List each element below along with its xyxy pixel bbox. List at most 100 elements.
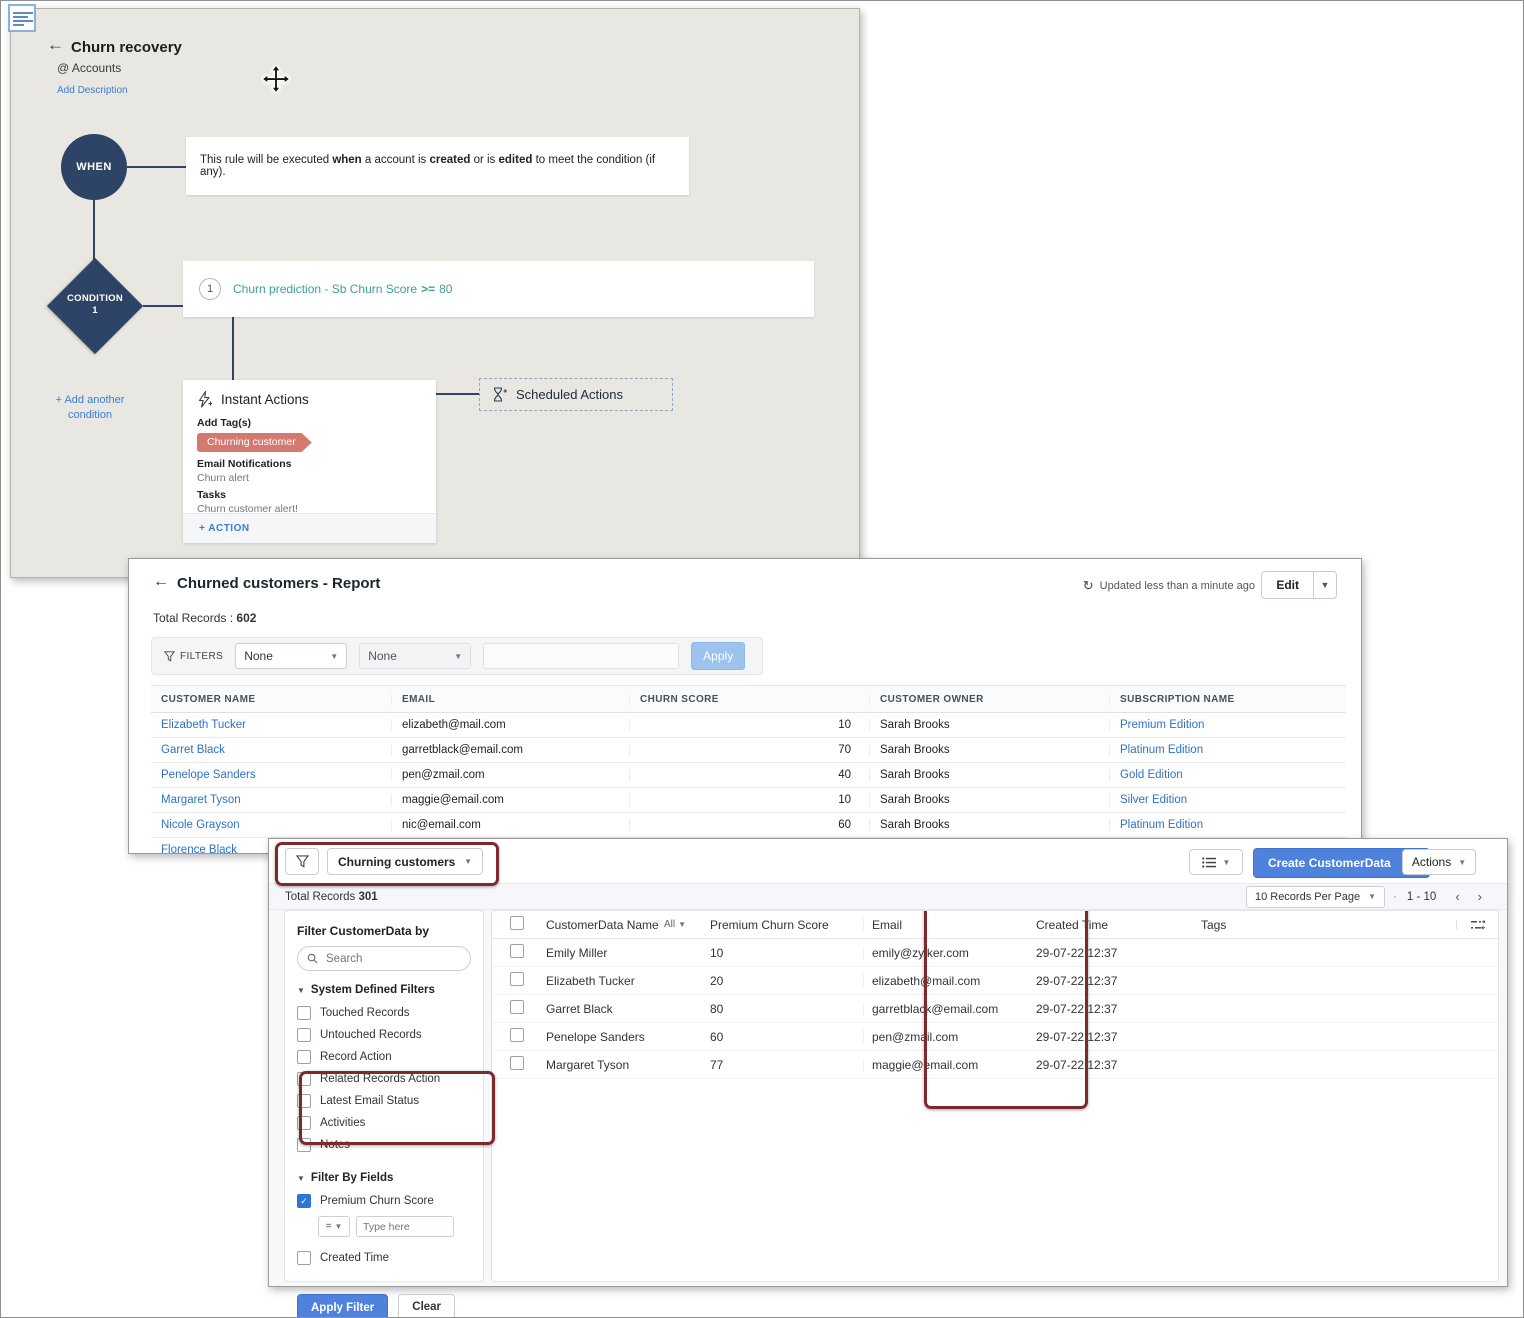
chevron-down-icon[interactable]: ▼ <box>1313 572 1336 598</box>
rule-text: This rule will be executed when a accoun… <box>200 154 675 178</box>
checkbox[interactable] <box>297 1028 311 1042</box>
customerdata-name-cell[interactable]: Elizabeth Tucker <box>538 974 698 988</box>
email-cell: nic@email.com <box>391 819 629 831</box>
checkbox[interactable] <box>510 1056 524 1070</box>
customer-name-link[interactable]: Margaret Tyson <box>151 794 391 806</box>
screenshot-stage: ← Churn recovery @ Accounts Add Descript… <box>0 0 1524 1318</box>
checkbox[interactable] <box>510 972 524 986</box>
customerdata-name-cell[interactable]: Penelope Sanders <box>538 1030 698 1044</box>
chevron-down-icon: ▼ <box>464 857 472 866</box>
manage-columns-icon <box>1471 920 1485 930</box>
filter-option[interactable]: Touched Records <box>285 1002 483 1024</box>
when-rule-box[interactable]: This rule will be executed when a accoun… <box>186 137 689 195</box>
back-icon[interactable]: ← <box>47 35 64 55</box>
sidebar-buttons: Apply Filter Clear <box>285 1282 483 1318</box>
subscription-name-link[interactable]: Silver Edition <box>1109 794 1346 806</box>
hourglass-icon <box>493 387 507 403</box>
checkbox[interactable] <box>510 1028 524 1042</box>
filter-option[interactable]: Untouched Records <box>285 1024 483 1046</box>
previous-page-icon[interactable]: ‹ <box>1455 889 1459 904</box>
table-row: Elizabeth Tucker20elizabeth@mail.com29-0… <box>492 967 1498 995</box>
field-value-input[interactable] <box>356 1216 454 1237</box>
filter-by-fields-section[interactable]: ▼ Filter By Fields <box>285 1156 483 1190</box>
add-another-condition-link[interactable]: + Add another condition <box>29 393 151 423</box>
checkbox[interactable] <box>297 1251 311 1265</box>
system-defined-filters-section[interactable]: ▼ System Defined Filters <box>285 971 483 1002</box>
clear-button[interactable]: Clear <box>398 1294 455 1318</box>
row-select[interactable] <box>492 972 538 989</box>
report-filter1-dropdown[interactable]: None▼ <box>235 643 347 669</box>
list-display-options-button[interactable]: ▼ <box>1189 849 1243 875</box>
total-records: Total Records : 602 <box>153 611 256 625</box>
table-row: Margaret Tysonmaggie@email.com10Sarah Br… <box>151 788 1346 813</box>
subscription-name-link[interactable]: Platinum Edition <box>1109 744 1346 756</box>
list-icon <box>1202 857 1216 868</box>
customer-name-link[interactable]: Nicole Grayson <box>151 819 391 831</box>
checkbox[interactable] <box>297 1116 311 1130</box>
apply-button[interactable]: Apply <box>691 642 745 670</box>
email-column-header[interactable]: Email <box>863 918 1028 932</box>
filter-option-premium-churn-score[interactable]: ✓ Premium Churn Score <box>285 1190 483 1212</box>
checkbox-checked[interactable]: ✓ <box>297 1194 311 1208</box>
row-select[interactable] <box>492 1056 538 1073</box>
tags-column-header[interactable]: Tags <box>1193 918 1456 932</box>
checkbox[interactable] <box>510 916 524 930</box>
email-notifications-value[interactable]: Churn alert <box>183 472 436 486</box>
scheduled-actions-box[interactable]: Scheduled Actions <box>479 378 673 411</box>
records-per-page-dropdown[interactable]: 10 Records Per Page▼ <box>1246 886 1385 908</box>
report-filter-value-input[interactable] <box>483 643 679 669</box>
filter-option[interactable]: Activities <box>285 1112 483 1134</box>
customer-name-link[interactable]: Penelope Sanders <box>151 769 391 781</box>
checkbox[interactable] <box>510 1000 524 1014</box>
condition-row[interactable]: 1 Churn prediction - Sb Churn Score>=80 <box>183 261 814 317</box>
filter-option[interactable]: Notes <box>285 1134 483 1156</box>
refresh-icon[interactable]: ↻ <box>1083 578 1094 594</box>
subscription-name-link[interactable]: Premium Edition <box>1109 719 1346 731</box>
report-filter2-dropdown[interactable]: None▼ <box>359 643 471 669</box>
created-column-header[interactable]: Created Time <box>1028 918 1193 932</box>
customer-owner-cell: Sarah Brooks <box>869 719 1109 731</box>
checkbox[interactable] <box>297 1094 311 1108</box>
checkbox[interactable] <box>297 1138 311 1152</box>
apply-filter-button[interactable]: Apply Filter <box>297 1294 388 1318</box>
filter-option[interactable]: Record Action <box>285 1046 483 1068</box>
row-select[interactable] <box>492 1000 538 1017</box>
filter-option-created-time[interactable]: Created Time <box>285 1243 483 1269</box>
operator-dropdown[interactable]: =▼ <box>318 1216 350 1237</box>
actions-button[interactable]: Actions▼ <box>1402 849 1476 875</box>
subscription-name-link[interactable]: Platinum Edition <box>1109 819 1346 831</box>
row-select[interactable] <box>492 944 538 961</box>
manage-columns-button[interactable] <box>1456 920 1498 930</box>
checkbox[interactable] <box>297 1050 311 1064</box>
customerdata-name-cell[interactable]: Margaret Tyson <box>538 1058 698 1072</box>
customerdata-name-cell[interactable]: Emily Miller <box>538 946 698 960</box>
row-select[interactable] <box>492 1028 538 1045</box>
select-all[interactable] <box>492 916 538 933</box>
subscription-name-link[interactable]: Gold Edition <box>1109 769 1346 781</box>
sidebar-toggle-icon[interactable] <box>8 4 36 32</box>
when-node[interactable]: WHEN <box>61 134 127 200</box>
search-input[interactable] <box>324 952 458 966</box>
customerdata-name-cell[interactable]: Garret Black <box>538 1002 698 1016</box>
customer-name-link[interactable]: Garret Black <box>151 744 391 756</box>
filter-option-label: Created Time <box>320 1252 389 1264</box>
filter-search-box[interactable] <box>297 946 471 971</box>
add-description-link[interactable]: Add Description <box>57 85 128 96</box>
filter-option[interactable]: Latest Email Status <box>285 1090 483 1112</box>
instant-actions-card[interactable]: Instant Actions Add Tag(s) Churning cust… <box>183 380 436 543</box>
customer-name-link[interactable]: Elizabeth Tucker <box>151 719 391 731</box>
add-action-link[interactable]: + ACTION <box>183 513 436 543</box>
checkbox[interactable] <box>297 1072 311 1086</box>
filter-toggle-button[interactable] <box>285 848 319 875</box>
checkbox[interactable] <box>510 944 524 958</box>
name-column-header[interactable]: CustomerData Name All▼ <box>538 918 698 932</box>
next-page-icon[interactable]: › <box>1478 889 1482 904</box>
edit-button[interactable]: Edit ▼ <box>1261 571 1337 599</box>
score-column-header[interactable]: Premium Churn Score <box>698 918 863 932</box>
back-icon[interactable]: ← <box>153 573 169 591</box>
filter-option[interactable]: Related Records Action <box>285 1068 483 1090</box>
checkbox[interactable] <box>297 1006 311 1020</box>
tag-chip[interactable]: Churning customer <box>197 433 312 452</box>
name-filter-dropdown[interactable]: All▼ <box>664 919 686 930</box>
view-selector-dropdown[interactable]: Churning customers▼ <box>327 848 483 875</box>
